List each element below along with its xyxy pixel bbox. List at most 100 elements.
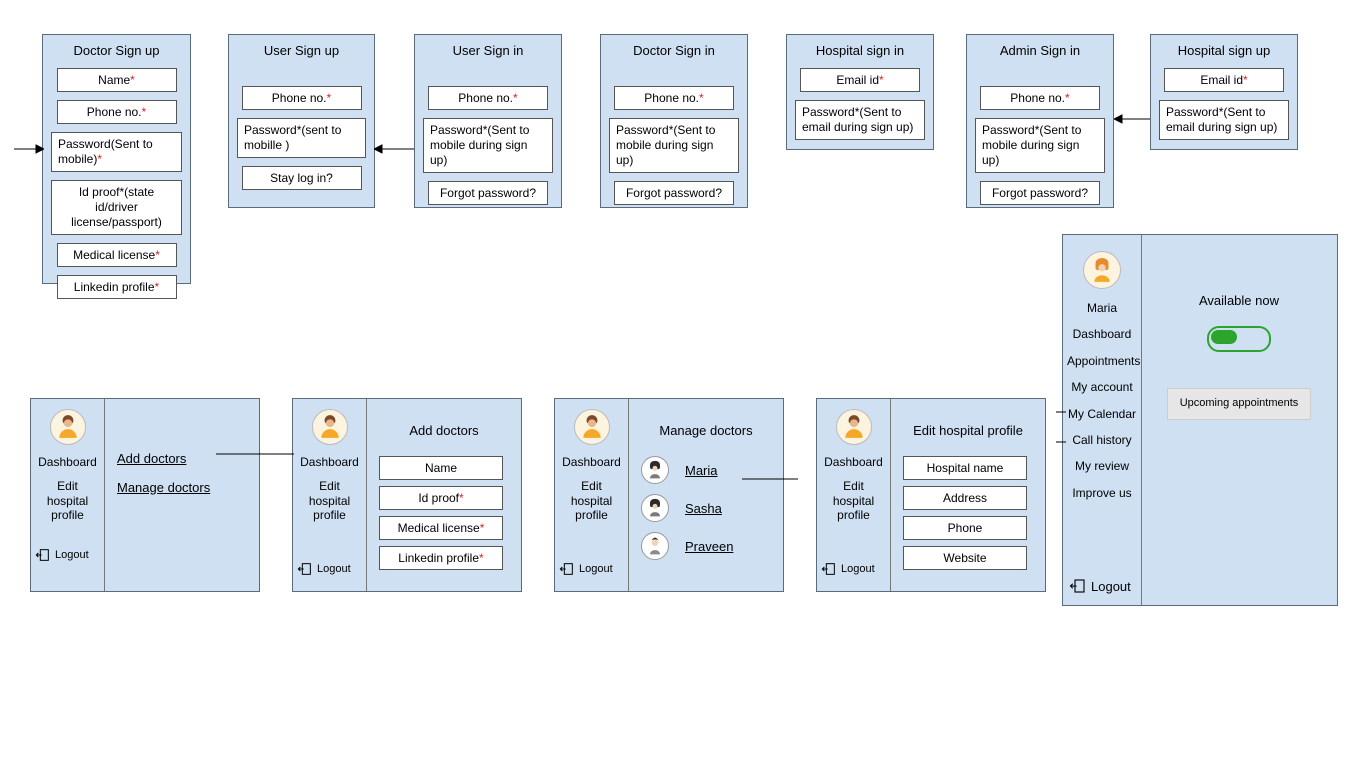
panel-main: Add doctors Name Id proof* Medical licen… — [367, 399, 521, 591]
sidebar-dashboard[interactable]: Dashboard — [297, 455, 362, 469]
field-phone[interactable]: Phone no.* — [428, 86, 548, 110]
panel-sidebar: Dashboard Edit hospital profile Logout — [555, 399, 629, 591]
panel-hospital-home: Dashboard Edit hospital profile Logout A… — [30, 398, 260, 592]
field-email[interactable]: Email id* — [1164, 68, 1284, 92]
input-medlic[interactable]: Medical license* — [379, 516, 503, 540]
avatar — [836, 409, 872, 445]
panel-edit-hospital: Dashboard Edit hospital profile Logout E… — [816, 398, 1046, 592]
arrow-maria-to-dashboard — [742, 475, 798, 483]
nav-calendar[interactable]: My Calendar — [1067, 407, 1137, 421]
page-title: Edit hospital profile — [903, 423, 1033, 438]
arrow-hospital-signup-to-admin — [1114, 112, 1150, 126]
nav-review[interactable]: My review — [1067, 459, 1137, 473]
doctor-row-praveen[interactable]: Praveen — [641, 532, 771, 560]
card-title: Hospital sign up — [1151, 35, 1297, 68]
card-admin-signin: Admin Sign in Phone no.* Password*(Sent … — [966, 34, 1114, 208]
panel-manage-doctors: Dashboard Edit hospital profile Logout M… — [554, 398, 784, 592]
field-medlic[interactable]: Medical license* — [57, 243, 177, 267]
field-password[interactable]: Password*(Sent to mobile during sign up) — [423, 118, 553, 173]
badge-upcoming[interactable]: Upcoming appointments — [1167, 388, 1312, 420]
toggle-knob — [1211, 330, 1237, 344]
card-user-signin: User Sign in Phone no.* Password*(Sent t… — [414, 34, 562, 208]
panel-sidebar: Dashboard Edit hospital profile Logout — [31, 399, 105, 591]
logout-button[interactable]: Logout — [35, 547, 89, 563]
panel-main: Edit hospital profile Hospital name Addr… — [891, 399, 1045, 591]
diagram-stage: Doctor Sign up Name* Phone no.* Password… — [0, 0, 1366, 767]
field-password[interactable]: Password*(Sent to email during sign up) — [1159, 100, 1289, 140]
avatar-icon — [641, 456, 669, 484]
sidebar-username: Maria — [1067, 301, 1137, 315]
button-forgot[interactable]: Forgot password? — [428, 181, 548, 205]
logout-icon — [1069, 577, 1087, 595]
field-phone[interactable]: Phone no.* — [57, 100, 177, 124]
card-doctor-signin: Doctor Sign in Phone no.* Password*(Sent… — [600, 34, 748, 208]
nav-dashboard[interactable]: Dashboard — [1067, 327, 1137, 341]
field-staylogin[interactable]: Stay log in? — [242, 166, 362, 190]
input-website[interactable]: Website — [903, 546, 1027, 570]
sidebar-dashboard[interactable]: Dashboard — [559, 455, 624, 469]
field-password[interactable]: Password*(Sent to mobile during sign up) — [975, 118, 1105, 173]
doctor-row-sasha[interactable]: Sasha — [641, 494, 771, 522]
logout-button[interactable]: Logout — [297, 561, 351, 577]
avatar-icon — [641, 494, 669, 522]
card-title: Doctor Sign in — [601, 35, 747, 68]
logout-button[interactable]: Logout — [1069, 577, 1131, 595]
logout-icon — [559, 561, 575, 577]
field-password[interactable]: Password*(sent to mobille ) — [237, 118, 366, 158]
field-password[interactable]: Password(Sent to mobile)* — [51, 132, 182, 172]
nav-appointments[interactable]: Appointments — [1067, 354, 1137, 368]
panel-doctor-dashboard: Maria Dashboard Appointments My account … — [1062, 234, 1338, 606]
panel-sidebar: Dashboard Edit hospital profile Logout — [817, 399, 891, 591]
tick-calendar — [1056, 438, 1066, 446]
nav-improve[interactable]: Improve us — [1067, 486, 1137, 500]
avatar — [312, 409, 348, 445]
avatar — [50, 409, 86, 445]
nav-callhistory[interactable]: Call history — [1067, 433, 1137, 447]
field-password[interactable]: Password*(Sent to mobile during sign up) — [609, 118, 739, 173]
panel-main: Add doctors Manage doctors — [105, 399, 259, 591]
field-idproof[interactable]: Id proof*(state id/driver license/passpo… — [51, 180, 182, 235]
link-manage-doctors[interactable]: Manage doctors — [117, 480, 210, 495]
tick-account — [1056, 408, 1066, 416]
logout-icon — [35, 547, 51, 563]
panel-sidebar: Maria Dashboard Appointments My account … — [1063, 235, 1142, 605]
toggle-available[interactable] — [1207, 326, 1271, 352]
input-phone[interactable]: Phone — [903, 516, 1027, 540]
field-phone[interactable]: Phone no.* — [242, 86, 362, 110]
field-phone[interactable]: Phone no.* — [614, 86, 734, 110]
avatar-icon — [641, 532, 669, 560]
sidebar-edit-profile[interactable]: Edit hospital profile — [297, 479, 362, 522]
field-phone[interactable]: Phone no.* — [980, 86, 1100, 110]
panel-add-doctors: Dashboard Edit hospital profile Logout A… — [292, 398, 522, 592]
panel-sidebar: Dashboard Edit hospital profile Logout — [293, 399, 367, 591]
field-password[interactable]: Password*(Sent to email during sign up) — [795, 100, 925, 140]
sidebar-edit-profile[interactable]: Edit hospital profile — [821, 479, 886, 522]
logout-button[interactable]: Logout — [559, 561, 613, 577]
sidebar-dashboard[interactable]: Dashboard — [821, 455, 886, 469]
button-forgot[interactable]: Forgot password? — [614, 181, 734, 205]
input-address[interactable]: Address — [903, 486, 1027, 510]
button-forgot[interactable]: Forgot password? — [980, 181, 1100, 205]
card-title: Doctor Sign up — [43, 35, 190, 68]
sidebar-dashboard[interactable]: Dashboard — [35, 455, 100, 469]
arrow-to-doctor-signup — [14, 142, 44, 156]
card-title: User Sign in — [415, 35, 561, 68]
card-title: User Sign up — [229, 35, 374, 68]
input-linkedin[interactable]: Linkedin profile* — [379, 546, 503, 570]
sidebar-edit-profile[interactable]: Edit hospital profile — [559, 479, 624, 522]
logout-icon — [821, 561, 837, 577]
arrow-add-doctors-to-panel — [216, 450, 294, 458]
field-linkedin[interactable]: Linkedin profile* — [57, 275, 177, 299]
link-add-doctors[interactable]: Add doctors — [117, 451, 186, 466]
input-name[interactable]: Name — [379, 456, 503, 480]
logout-button[interactable]: Logout — [821, 561, 875, 577]
input-idproof[interactable]: Id proof* — [379, 486, 503, 510]
nav-account[interactable]: My account — [1067, 380, 1137, 394]
card-hospital-signup: Hospital sign up Email id* Password*(Sen… — [1150, 34, 1298, 150]
field-email[interactable]: Email id* — [800, 68, 920, 92]
panel-main: Available now Upcoming appointments — [1141, 235, 1337, 605]
field-name[interactable]: Name* — [57, 68, 177, 92]
sidebar-edit-profile[interactable]: Edit hospital profile — [35, 479, 100, 522]
input-hospital-name[interactable]: Hospital name — [903, 456, 1027, 480]
logout-icon — [297, 561, 313, 577]
